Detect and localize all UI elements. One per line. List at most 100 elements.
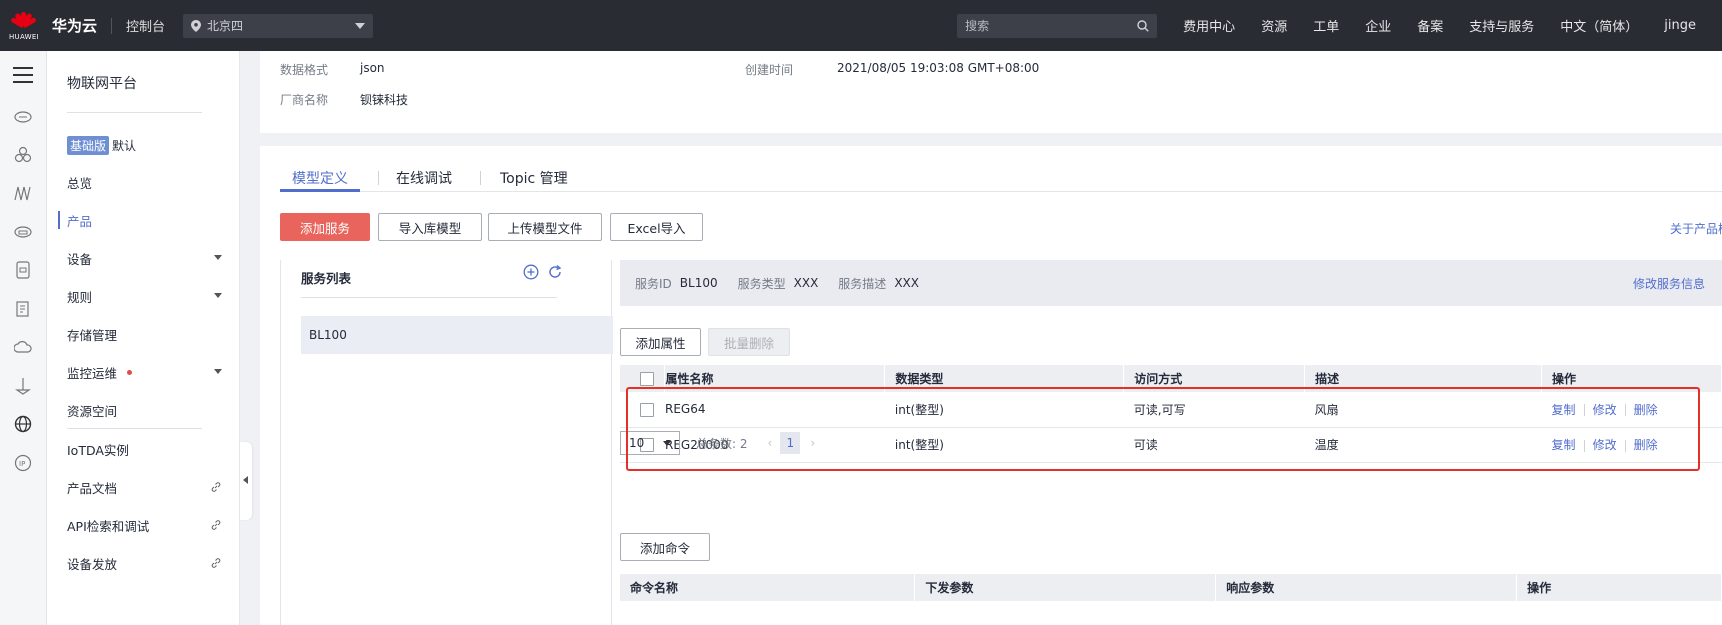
sidebar-collapse-handle[interactable]	[240, 442, 252, 520]
excel-import-button[interactable]: Excel导入	[610, 213, 703, 241]
sidebar-item-label: API检索和调试	[67, 518, 150, 534]
delete-link[interactable]: 删除	[1634, 438, 1658, 452]
table-header-row: 属性名称 数据类型 访问方式 描述 操作	[620, 365, 1722, 392]
divider	[301, 297, 557, 298]
select-all-checkbox[interactable]	[640, 371, 654, 386]
active-indicator	[58, 211, 60, 229]
console-link[interactable]: 控制台	[126, 16, 165, 35]
edit-link[interactable]: 修改	[1593, 438, 1617, 452]
service-list-item[interactable]: BL100	[301, 316, 613, 354]
delete-link[interactable]: 删除	[1634, 403, 1658, 417]
sidebar-item-product-docs[interactable]: 产品文档	[67, 477, 222, 497]
service-type-value: XXX	[793, 276, 819, 290]
huawei-logo[interactable]: HUAWEI	[0, 0, 48, 51]
vendor-value: 钡铼科技	[360, 93, 409, 107]
sidebar-item-products[interactable]: 产品	[67, 210, 222, 230]
property-type: int(整型)	[894, 438, 944, 452]
next-page-button[interactable]: ›	[810, 436, 815, 450]
add-command-button[interactable]: 添加命令	[620, 533, 710, 561]
search-box[interactable]	[957, 13, 1158, 38]
edition-selector[interactable]: 基础版 默认	[67, 136, 136, 155]
sidebar-item-label: 存储管理	[67, 327, 118, 343]
column-header: 操作	[1541, 365, 1722, 392]
cloud-monitor-icon[interactable]	[14, 338, 32, 356]
created-time-label: 创建时间	[745, 63, 794, 77]
sidebar: 物联网平台 基础版 默认 总览 产品 设备 规则 存储管理 监控运维 资源空间 …	[47, 51, 240, 625]
deploy-icon[interactable]	[14, 377, 32, 395]
edition-value: 默认	[112, 139, 137, 153]
sidebar-item-rules[interactable]: 规则	[67, 286, 222, 306]
sidebar-item-monitoring[interactable]: 监控运维	[67, 362, 222, 382]
model-definition-card: 模型定义 在线调试 Topic 管理 添加服务 导入库模型 上传模型文件 Exc…	[260, 146, 1722, 625]
search-icon[interactable]	[1137, 19, 1149, 32]
created-time-value: 2021/08/05 19:03:08 GMT+08:00	[837, 61, 1040, 75]
add-property-button[interactable]: 添加属性	[620, 328, 701, 356]
copy-link[interactable]: 复制	[1552, 438, 1576, 452]
sidebar-item-device-provisioning[interactable]: 设备发放	[67, 553, 222, 573]
nav-user[interactable]: jinge	[1664, 18, 1696, 33]
sidebar-item-api-explorer[interactable]: API检索和调试	[67, 515, 222, 535]
nav-filing[interactable]: 备案	[1417, 16, 1443, 35]
sidebar-item-resource-space[interactable]: 资源空间	[67, 400, 222, 420]
nav-support[interactable]: 支持与服务	[1469, 16, 1534, 35]
nav-enterprise[interactable]: 企业	[1365, 16, 1391, 35]
property-name: REG64	[664, 402, 706, 417]
region-selector[interactable]: 北京四	[183, 13, 374, 38]
service-desc-label: 服务描述	[838, 276, 887, 291]
tab-topic-management[interactable]: Topic 管理	[500, 168, 568, 188]
page-number[interactable]: 1	[780, 432, 801, 454]
network-icon[interactable]	[14, 184, 32, 202]
service-list-title: 服务列表	[301, 271, 352, 286]
divider	[67, 112, 202, 113]
page-size-value: 10	[629, 436, 645, 450]
import-library-model-button[interactable]: 导入库模型	[378, 213, 482, 241]
sidebar-item-devices[interactable]: 设备	[67, 248, 222, 268]
tab-online-debug[interactable]: 在线调试	[396, 168, 452, 188]
edit-service-info-link[interactable]: 修改服务信息	[1633, 275, 1705, 292]
copy-link[interactable]: 复制	[1552, 403, 1576, 417]
globe-icon[interactable]	[14, 415, 32, 433]
page-size-select[interactable]: 10	[620, 431, 680, 455]
nav-billing[interactable]: 费用中心	[1183, 16, 1235, 35]
divider	[67, 428, 202, 429]
column-header: 访问方式	[1123, 365, 1306, 392]
nav-tickets[interactable]: 工单	[1313, 16, 1339, 35]
sidebar-item-label: 资源空间	[67, 403, 118, 419]
ip-icon[interactable]: IP	[14, 454, 32, 472]
cloud-server-icon[interactable]	[14, 107, 32, 125]
column-header: 命令名称	[620, 574, 916, 601]
sidebar-item-overview[interactable]: 总览	[67, 172, 222, 192]
property-access: 可读,可写	[1133, 402, 1186, 417]
search-input[interactable]	[965, 18, 1138, 33]
hamburger-menu-icon[interactable]	[13, 67, 33, 83]
tab-model-definition[interactable]: 模型定义	[292, 168, 348, 188]
edit-link[interactable]: 修改	[1593, 403, 1617, 417]
service-desc-value: XXX	[894, 276, 919, 290]
refresh-icon[interactable]	[547, 264, 563, 280]
divider	[378, 171, 379, 185]
service-id-value: BL100	[679, 276, 718, 290]
document-icon[interactable]	[14, 300, 32, 318]
external-link-icon	[211, 558, 221, 568]
chevron-down-icon	[214, 293, 222, 298]
sidebar-item-iotda-instance[interactable]: IoTDA实例	[67, 439, 222, 459]
storage-cloud-icon[interactable]	[14, 223, 32, 241]
prev-page-button[interactable]: ‹	[768, 436, 773, 450]
sidebar-item-storage[interactable]: 存储管理	[67, 324, 222, 344]
data-format-label: 数据格式	[280, 63, 329, 77]
location-pin-icon	[191, 19, 202, 32]
sidebar-item-label: 总览	[67, 175, 93, 191]
nav-language[interactable]: 中文（简体）	[1560, 16, 1638, 35]
add-service-button[interactable]: 添加服务	[280, 213, 370, 241]
row-checkbox[interactable]	[640, 402, 654, 417]
add-circle-icon[interactable]	[523, 264, 539, 280]
batch-delete-button: 批量删除	[708, 328, 790, 356]
nav-resources[interactable]: 资源	[1261, 16, 1287, 35]
pagination: 10 总条数: 2 ‹ 1 ›	[620, 431, 815, 455]
about-product-model-link[interactable]: 关于产品模	[1670, 220, 1722, 237]
brand-name[interactable]: 华为云	[52, 15, 97, 36]
cluster-icon[interactable]	[14, 146, 32, 164]
database-icon[interactable]	[14, 261, 32, 279]
upload-model-file-button[interactable]: 上传模型文件	[488, 213, 602, 241]
sidebar-item-label: 设备发放	[67, 556, 118, 572]
